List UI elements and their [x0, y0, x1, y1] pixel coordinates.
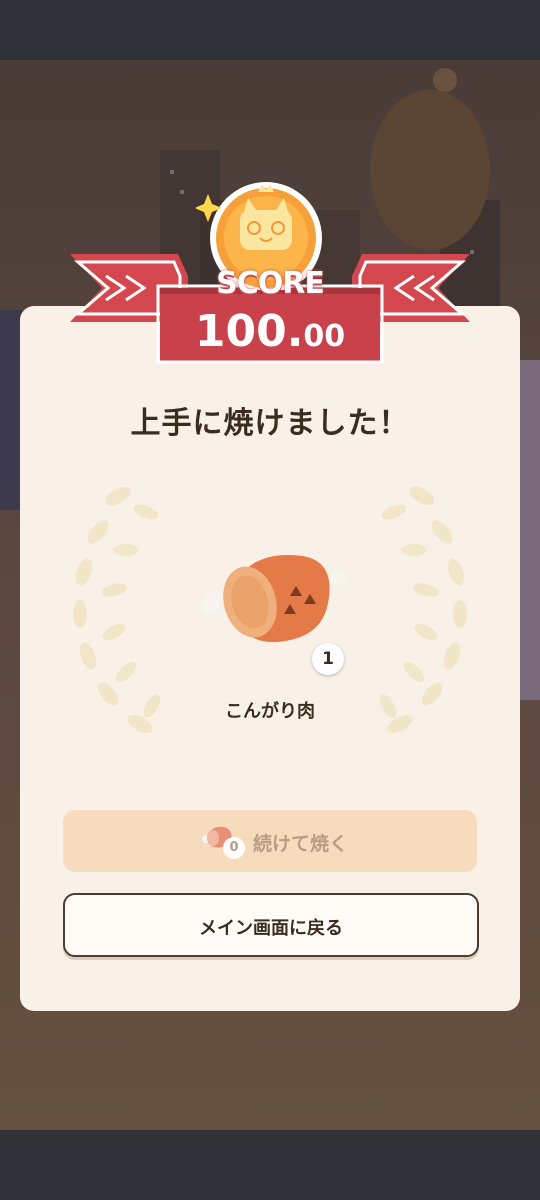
- score-value-decimal: 00: [303, 319, 346, 354]
- continue-button-label: 続けて焼く: [253, 833, 349, 855]
- status-bar: [0, 0, 540, 60]
- score-value-integer: 100.: [194, 306, 304, 357]
- score-value: 100.00: [160, 306, 380, 357]
- continue-count-badge: 0: [223, 837, 245, 859]
- continue-grilling-button[interactable]: 0 続けて焼く: [63, 810, 477, 872]
- item-count-badge: 1: [312, 643, 344, 675]
- score-label: SCORE: [216, 266, 325, 301]
- back-button-label: メイン画面に戻る: [199, 918, 343, 939]
- navigation-bar: [0, 1130, 540, 1200]
- back-to-main-button[interactable]: メイン画面に戻る: [63, 893, 479, 957]
- grilled-meat-icon: [201, 554, 346, 643]
- result-headline: 上手に焼けました！: [130, 406, 410, 441]
- item-name: こんがり肉: [225, 701, 315, 722]
